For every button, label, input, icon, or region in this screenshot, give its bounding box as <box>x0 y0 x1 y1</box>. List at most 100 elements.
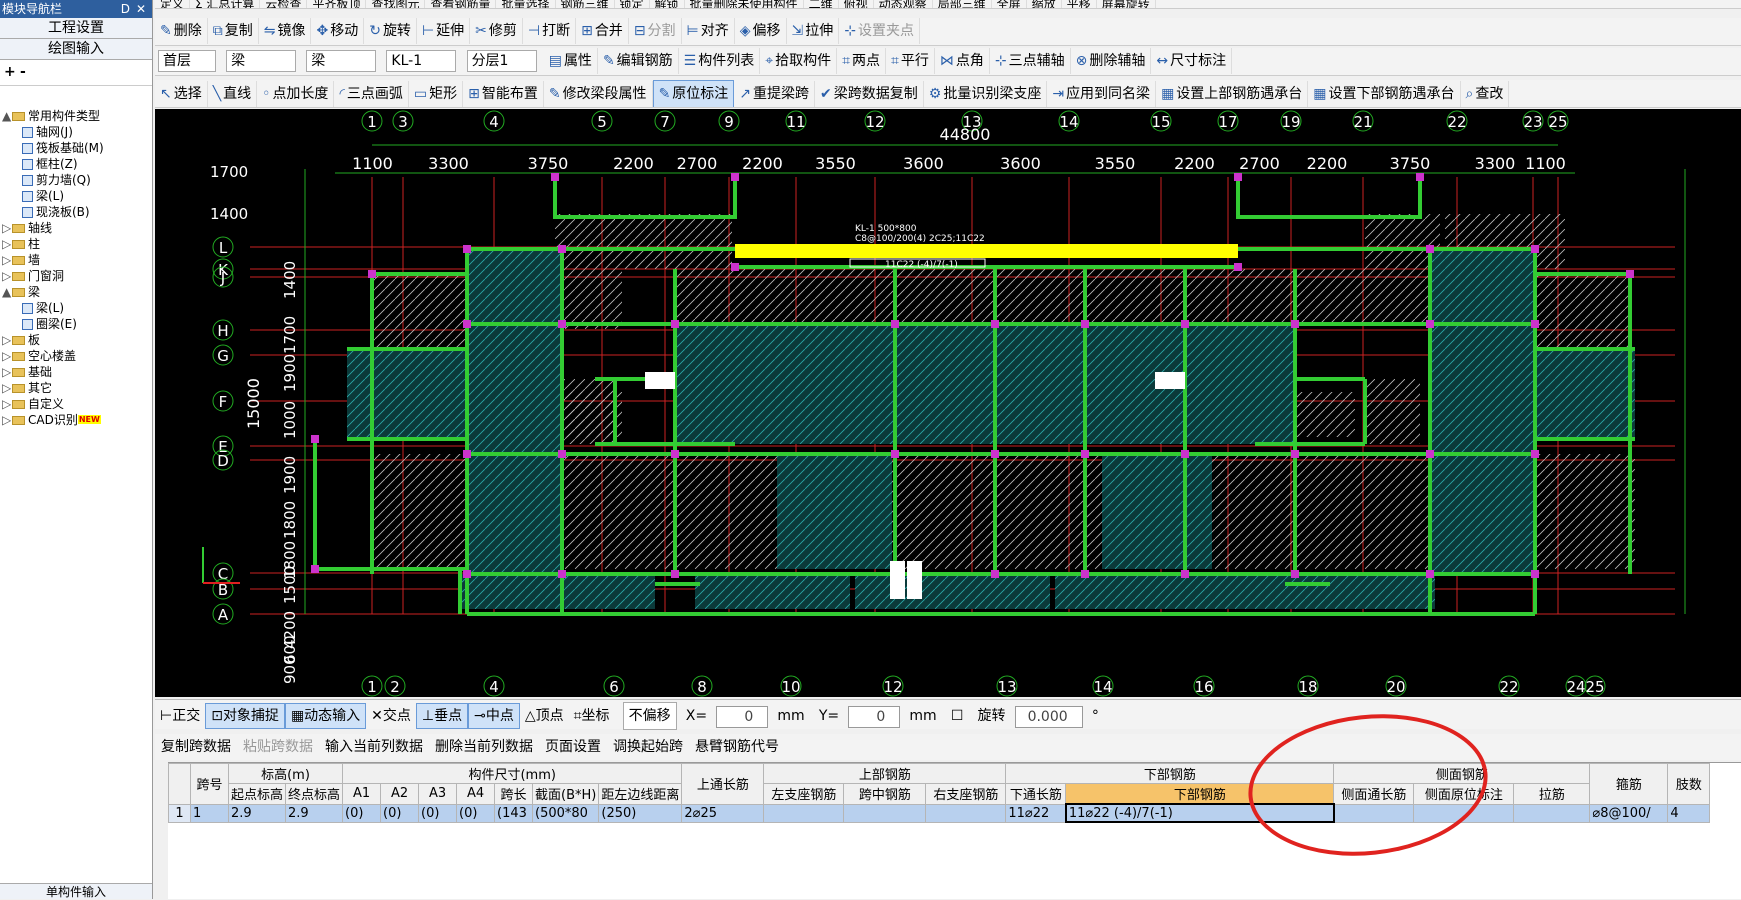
draw-tool-button[interactable]: ▭ 矩形 <box>409 81 464 107</box>
edit-tool-button[interactable]: ⊣ 打断 <box>523 18 577 44</box>
cell-section[interactable]: (500*80 <box>532 803 600 823</box>
tree-item[interactable]: ▷ 柱 <box>2 236 40 252</box>
tree-item[interactable]: 轴网(J) <box>22 124 73 140</box>
snap-tool-button[interactable]: ⊸中点 <box>468 703 520 729</box>
cell-span[interactable]: 1 <box>190 803 229 823</box>
tree-toggle-icon[interactable]: ▷ <box>2 220 12 236</box>
draw-tool-button[interactable]: ✔ 梁跨数据复制 <box>815 81 924 107</box>
draw-tool-button[interactable]: ✎ 原位标注 <box>652 80 735 107</box>
cell-a1[interactable]: (0) <box>342 803 382 823</box>
draw-tool-button[interactable]: ⊞ 智能布置 <box>463 81 544 107</box>
tree-toggle-icon[interactable]: ▷ <box>2 236 12 252</box>
rotate-checkbox[interactable]: ☐ <box>946 703 969 729</box>
draw-tool-button[interactable]: ╲ 直线 <box>208 81 258 107</box>
cell-a2[interactable]: (0) <box>380 803 420 823</box>
component-tool-button[interactable]: ⌗ 两点 <box>837 48 887 74</box>
tree-toggle-icon[interactable]: ▲ <box>2 108 12 124</box>
snap-tool-button[interactable]: ⌗坐标 <box>569 703 615 729</box>
drawing-input-button[interactable]: 绘图输入 <box>0 39 152 60</box>
cell-bottom-bar-input[interactable]: 11⌀22 (-4)/7(-1) <box>1064 803 1335 823</box>
table-tool-button[interactable]: 复制跨数据 <box>155 734 237 760</box>
edit-tool-button[interactable]: ⊢ 延伸 <box>417 18 471 44</box>
draw-tool-button[interactable]: ↗ 重提梁跨 <box>734 81 816 107</box>
offset-mode-select[interactable]: 不偏移 <box>622 702 677 730</box>
project-settings-button[interactable]: 工程设置 <box>0 18 152 39</box>
top-tool-button[interactable]: 云检查 <box>260 0 308 8</box>
tree-item[interactable]: ▷ 空心楼盖 <box>2 348 76 364</box>
cell-side-in-situ[interactable] <box>1413 803 1515 823</box>
table-tool-button[interactable]: 删除当前列数据 <box>429 734 539 760</box>
tree-toggle-icon[interactable]: ▷ <box>2 348 12 364</box>
component-tool-button[interactable]: ☰ 构件列表 <box>679 48 761 74</box>
single-component-input-button[interactable]: 单构件输入 <box>0 883 152 899</box>
edit-tool-button[interactable]: ✂ 修剪 <box>470 18 523 44</box>
top-tool-button[interactable]: 定义 <box>155 0 191 8</box>
tree-toggle-icon[interactable]: ▷ <box>2 364 12 380</box>
top-tool-button[interactable]: 钢筋三维 <box>556 0 615 8</box>
cell-legs[interactable]: 4 <box>1667 803 1711 823</box>
cell-span-length[interactable]: (143 <box>494 803 534 823</box>
top-tool-button[interactable]: 平齐板顶 <box>307 0 367 8</box>
snap-tool-button[interactable]: ▦动态输入 <box>284 703 367 729</box>
top-tool-button[interactable]: 锁定 <box>615 0 650 8</box>
component-tool-button[interactable]: ✎ 编辑钢筋 <box>598 48 679 74</box>
component-tool-button[interactable]: ⊗ 删除辅轴 <box>1071 48 1152 74</box>
edit-tool-button[interactable]: ◈ 偏移 <box>735 18 787 44</box>
tree-item[interactable]: 梁(L) <box>22 188 64 204</box>
pin-icon[interactable]: ᗞ <box>121 0 130 18</box>
component-name-select[interactable]: KL-1 <box>386 50 457 72</box>
collapse-all-icon[interactable]: - <box>20 64 26 80</box>
tree-item[interactable]: ▷ 墙 <box>2 252 40 268</box>
edit-tool-button[interactable]: ⊹ 设置夹点 <box>839 18 920 44</box>
component-tool-button[interactable]: ⌗ 平行 <box>886 48 935 74</box>
edit-tool-button[interactable]: ↻ 旋转 <box>364 18 417 44</box>
edit-tool-button[interactable]: ⊟ 分割 <box>629 18 682 44</box>
top-tool-button[interactable]: 批量选择 <box>496 0 556 8</box>
tree-item[interactable]: ▷ 基础 <box>2 364 52 380</box>
cell-side-through[interactable] <box>1333 803 1415 823</box>
cell-start-elev[interactable]: 2.9 <box>227 803 287 823</box>
tree-item[interactable]: ▷ 自定义 <box>2 396 64 412</box>
top-tool-button[interactable]: 查看钢筋量 <box>425 0 497 8</box>
tree-item[interactable]: 梁(L) <box>22 300 64 316</box>
tree-toggle-icon[interactable]: ▷ <box>2 412 12 428</box>
rotate-input[interactable]: 0.000 <box>1014 705 1083 728</box>
tree-item[interactable]: ▷ CAD识别NEW <box>2 412 101 428</box>
edit-tool-button[interactable]: ⇲ 拉伸 <box>787 18 840 44</box>
tree-item[interactable]: ▷ 其它 <box>2 380 52 396</box>
tree-item[interactable]: 筏板基础(M) <box>22 140 104 156</box>
snap-tool-button[interactable]: ⊢正交 <box>155 703 205 729</box>
table-row[interactable]: 1 1 2.9 2.9 (0) (0) (0) (0) (143 (500*80… <box>168 803 1711 823</box>
top-tool-button[interactable]: 动态观察 <box>874 0 933 8</box>
close-icon[interactable]: ✕ <box>136 0 146 18</box>
tree-item[interactable]: ▷ 门窗洞 <box>2 268 64 284</box>
component-tool-button[interactable]: ▤ 属性 <box>544 48 598 74</box>
beam-annotation[interactable]: KL-1 500*800 <box>855 224 917 234</box>
table-tool-button[interactable]: 调换起始跨 <box>607 734 689 760</box>
draw-tool-button[interactable]: ◜ 三点画弧 <box>334 81 409 107</box>
top-tool-button[interactable]: 屏幕旋转 <box>1097 0 1156 8</box>
beam-annotation[interactable]: C8@100/200(4) 2C25;11C22 <box>855 234 985 244</box>
floor-select[interactable]: 首层 <box>158 50 216 72</box>
cell-edge-distance[interactable]: (250) <box>598 803 683 823</box>
selected-beam-KL-1[interactable] <box>735 244 1238 258</box>
table-tool-button[interactable]: 悬臂钢筋代号 <box>689 734 785 760</box>
top-tool-button[interactable]: Σ 汇总计算 <box>190 0 261 8</box>
cell-left-seat[interactable] <box>763 803 845 823</box>
tree-toggle-icon[interactable]: ▷ <box>2 396 12 412</box>
tree-item[interactable]: ▲ 梁 <box>2 284 40 300</box>
snap-tool-button[interactable]: ⊥垂点 <box>415 703 469 729</box>
top-tool-button[interactable]: 批量删除未使用构件 <box>685 0 804 8</box>
snap-tool-button[interactable]: △顶点 <box>520 703 569 729</box>
x-input[interactable]: 0 <box>716 705 769 728</box>
cell-top-through[interactable]: 2⌀25 <box>681 803 765 823</box>
table-tool-button[interactable]: 页面设置 <box>539 734 607 760</box>
top-tool-button[interactable]: 全屏 <box>992 0 1027 8</box>
tree-item[interactable]: 圈梁(E) <box>22 316 77 332</box>
subtype-select[interactable]: 梁 <box>306 50 377 72</box>
draw-tool-button[interactable]: ✎ 修改梁段属性 <box>544 81 653 107</box>
tree-item[interactable]: ▲ 常用构件类型 <box>2 108 100 124</box>
edit-tool-button[interactable]: ✎ 删除 <box>155 18 208 44</box>
edit-tool-button[interactable]: ⊨ 对齐 <box>682 18 735 44</box>
top-tool-button[interactable]: 缩放 <box>1027 0 1062 8</box>
